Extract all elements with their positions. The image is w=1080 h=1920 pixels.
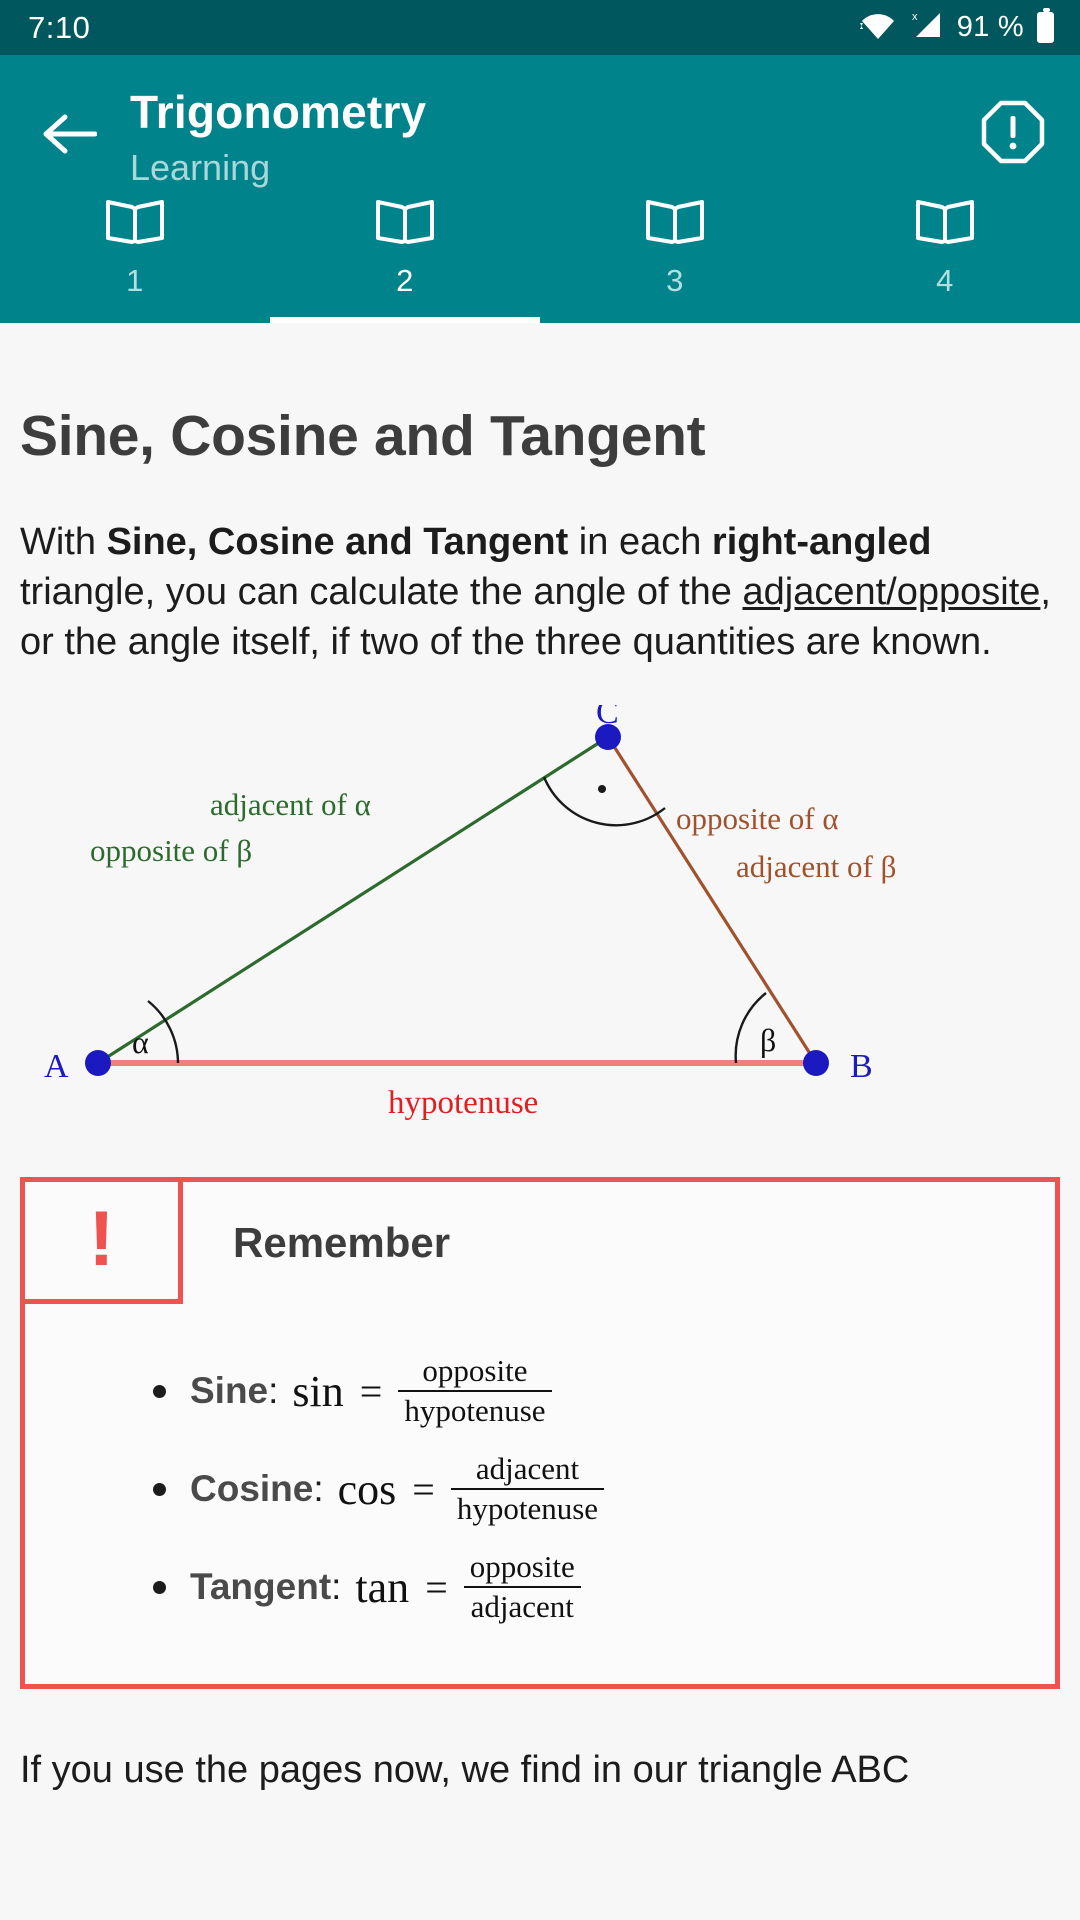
formula-operator: =	[425, 1564, 448, 1610]
bullet-icon	[153, 1482, 166, 1496]
formula-numerator: opposite	[469, 1548, 575, 1584]
svg-text:adjacent of β: adjacent of β	[736, 849, 896, 884]
formula-fn: tan	[355, 1562, 410, 1612]
formula-denominator: hypotenuse	[398, 1390, 552, 1429]
formula-numerator: opposite	[422, 1352, 528, 1388]
tab-2-indicator	[270, 317, 540, 323]
formula-item-cosine: Cosine: cos = adjacent hypotenuse	[25, 1446, 1055, 1532]
formula-denominator: hypotenuse	[450, 1488, 605, 1527]
intro-paragraph: With Sine, Cosine and Tangent in each ri…	[20, 517, 1060, 667]
svg-text:hypotenuse: hypotenuse	[388, 1085, 538, 1121]
formula-colon: :	[268, 1370, 279, 1412]
paragraph-text-2: in each	[568, 521, 712, 563]
formula-item-tangent: Tangent: tan = opposite adjacent	[25, 1544, 1055, 1630]
svg-text:β: β	[760, 1022, 776, 1058]
app-bar: Trigonometry Learning 1 2 3 4	[0, 55, 1080, 323]
formula-operator: =	[359, 1368, 383, 1414]
formula-math: tan = opposite adjacent	[355, 1548, 581, 1625]
tab-1-label: 1	[126, 263, 144, 298]
formula-name: Tangent	[190, 1566, 332, 1608]
tab-1[interactable]: 1	[0, 183, 270, 323]
exclamation-box: !	[25, 1182, 183, 1305]
formula-numerator: adjacent	[475, 1450, 580, 1486]
wifi-icon	[859, 10, 897, 45]
paragraph-bold-1: Sine, Cosine and Tangent	[106, 521, 569, 563]
formula-fraction: opposite adjacent	[463, 1548, 581, 1625]
tab-2[interactable]: 2	[270, 183, 540, 323]
app-bar-titles: Trigonometry Learning	[130, 77, 974, 190]
signal-icon: x	[910, 9, 944, 46]
back-button[interactable]	[30, 97, 108, 175]
formula-fraction: adjacent hypotenuse	[450, 1450, 605, 1527]
formula-name: Sine	[190, 1370, 269, 1412]
svg-text:opposite of β: opposite of β	[90, 833, 252, 868]
tab-3[interactable]: 3	[540, 183, 810, 323]
warning-button[interactable]	[974, 95, 1052, 173]
exclamation-icon: !	[88, 1193, 115, 1282]
battery-percent-label: 91 %	[956, 11, 1024, 43]
formula-fn: cos	[337, 1464, 397, 1514]
formula-math: cos = adjacent hypotenuse	[337, 1450, 605, 1527]
formula-colon: :	[313, 1468, 324, 1510]
remember-title: Remember	[233, 1219, 451, 1267]
formula-name: Cosine	[190, 1468, 314, 1510]
lesson-content: Sine, Cosine and Tangent With Sine, Cosi…	[0, 323, 1080, 1920]
book-icon	[104, 193, 166, 249]
formula-item-sine: Sine: sin = opposite hypotenuse	[25, 1348, 1055, 1434]
tab-3-indicator	[540, 317, 810, 323]
svg-text:A: A	[44, 1048, 69, 1085]
glossary-link-adjacent-opposite[interactable]: adjacent/opposite	[742, 571, 1040, 613]
status-time: 7:10	[28, 9, 91, 45]
tail-paragraph: If you use the pages now, we find in our…	[20, 1749, 910, 1792]
tab-4-indicator	[810, 317, 1080, 323]
formula-list: Sine: sin = opposite hypotenuse Cosine: …	[25, 1348, 1055, 1630]
tab-2-label: 2	[396, 263, 414, 298]
svg-text:B: B	[850, 1048, 873, 1085]
back-arrow-icon	[41, 111, 98, 162]
svg-text:x: x	[912, 11, 918, 23]
status-bar: 7:10 x 91 %	[0, 0, 1080, 55]
formula-colon: :	[331, 1566, 342, 1608]
svg-text:adjacent of α: adjacent of α	[210, 787, 371, 822]
bullet-icon	[153, 1384, 166, 1398]
status-icons: x 91 %	[859, 8, 1054, 46]
formula-math: sin = opposite hypotenuse	[292, 1352, 552, 1429]
vertex-dot-b	[803, 1050, 829, 1077]
book-icon	[644, 193, 706, 249]
bullet-icon	[153, 1580, 166, 1594]
vertex-dot-a	[85, 1050, 111, 1077]
tab-bar: 1 2 3 4	[0, 183, 1080, 323]
book-icon	[374, 193, 436, 249]
formula-fn: sin	[292, 1366, 344, 1416]
tab-4[interactable]: 4	[810, 183, 1080, 323]
warning-octagon-icon	[980, 99, 1046, 170]
paragraph-text-3: triangle, you can calculate the angle of…	[20, 571, 743, 614]
page-title: Trigonometry	[130, 86, 427, 138]
remember-header: ! Remember	[25, 1182, 1055, 1305]
book-icon	[914, 193, 976, 249]
remember-callout: ! Remember Sine: sin = opposite hypotenu…	[20, 1177, 1060, 1690]
tab-1-indicator	[0, 317, 270, 323]
svg-text:opposite of α: opposite of α	[676, 801, 839, 836]
section-heading: Sine, Cosine and Tangent	[20, 404, 706, 468]
svg-text:α: α	[132, 1024, 149, 1060]
triangle-diagram: A B C α β adjacent of α opposite of β op…	[20, 705, 1060, 1125]
tab-4-label: 4	[936, 263, 954, 298]
formula-operator: =	[412, 1466, 435, 1512]
battery-icon	[1037, 8, 1054, 43]
svg-text:C: C	[596, 705, 619, 731]
paragraph-bold-2: right-angled	[711, 521, 932, 563]
formula-fraction: opposite hypotenuse	[398, 1352, 552, 1429]
paragraph-text-1: With	[20, 521, 107, 563]
formula-denominator: adjacent	[463, 1586, 581, 1625]
tab-3-label: 3	[666, 263, 684, 298]
